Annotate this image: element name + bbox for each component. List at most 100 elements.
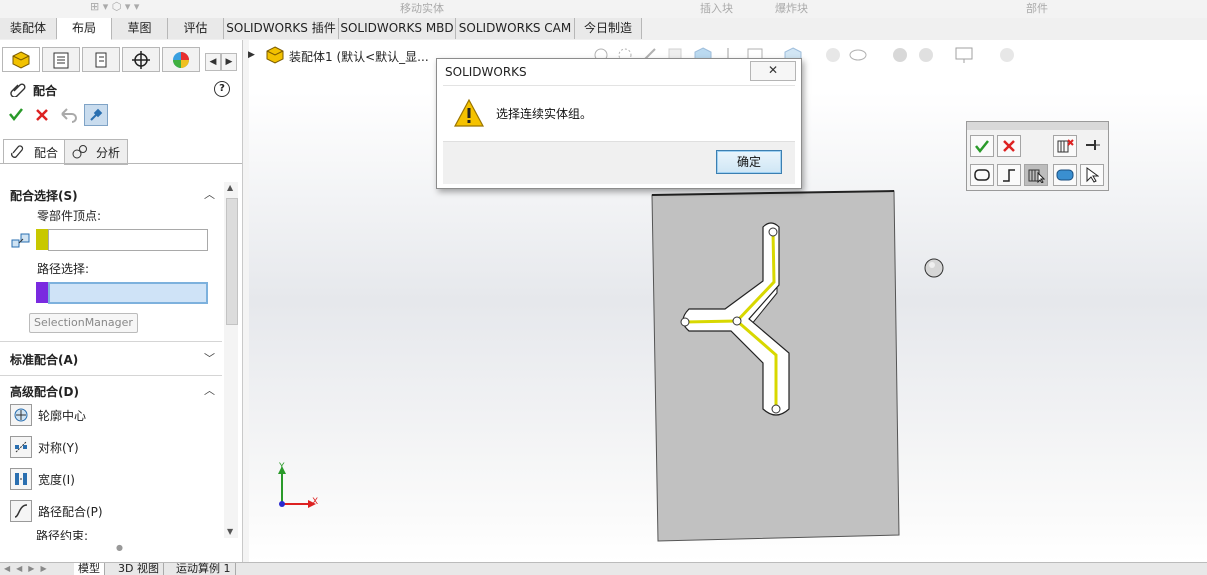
open-loop-icon <box>1003 169 1015 182</box>
tab-layout[interactable]: 布局 <box>57 18 112 40</box>
subtab-analysis[interactable]: 分析 <box>64 139 128 165</box>
property-manager-title: 配合 <box>33 84 58 98</box>
path-selection-label: 路径选择: <box>37 262 90 276</box>
bottom-tab-bar: ◀◀▶▶ 模型 3D 视图 运动算例 1 <box>0 562 1207 575</box>
ribbon-move-solid[interactable]: 移动实体 <box>400 0 444 16</box>
analysis-gears-icon <box>72 145 87 159</box>
toolbar-clear-selection-button[interactable] <box>1053 135 1077 157</box>
tab-sketch[interactable]: 草图 <box>112 18 168 39</box>
panel-resize-grip-icon[interactable]: ● <box>116 543 123 552</box>
tab-property-manager[interactable] <box>42 47 80 72</box>
tree-expand-arrow-icon[interactable]: ▶ <box>248 50 255 60</box>
clear-faces-icon <box>1057 139 1074 153</box>
tab-display-manager[interactable] <box>162 47 200 72</box>
adv-mate-path[interactable]: 路径配合(P) <box>8 499 228 523</box>
path-color-swatch <box>36 282 48 303</box>
undo-icon[interactable] <box>58 106 78 127</box>
symmetric-icon <box>10 436 32 458</box>
subtab-mates-label: 配合 <box>34 146 59 160</box>
property-list-icon <box>53 52 69 68</box>
tab-scroll-right-button[interactable]: ▶ <box>221 53 237 71</box>
select-closed-loop-button[interactable] <box>970 164 994 186</box>
select-faces-button[interactable] <box>1024 164 1048 186</box>
assembly-cube-icon <box>12 50 30 69</box>
adv-mate-label: 路径配合(P) <box>38 505 103 519</box>
adv-mate-profile-center[interactable]: 轮廓中心 <box>8 403 228 427</box>
vertex-selection-box[interactable] <box>48 229 208 251</box>
appearance-ball-icon <box>173 51 189 68</box>
triad-y-label: Y <box>279 462 285 472</box>
ribbon-insert-block[interactable]: 插入块 <box>700 0 733 16</box>
width-icon <box>10 468 32 490</box>
collapse-chevron-up-icon[interactable]: ︿ <box>204 186 215 202</box>
ribbon-commands-strip: ⊞ ▾ ⬡ ▾ ▾ 移动实体 插入块 爆炸块 部件 <box>0 0 1207 19</box>
path-selection-box[interactable] <box>48 282 208 304</box>
warning-icon <box>453 98 485 131</box>
toolbar-pin-icon[interactable] <box>1085 138 1101 155</box>
selection-manager-button[interactable]: SelectionManager <box>29 313 138 333</box>
plate-part[interactable] <box>645 185 907 550</box>
tab-solidworks-addins[interactable]: SOLIDWORKS 插件 <box>224 18 339 39</box>
tab-assembly[interactable]: 装配体 <box>0 18 57 39</box>
assembly-tree-label[interactable]: 装配体1 (默认<默认_显... <box>289 48 429 65</box>
select-open-loop-button[interactable] <box>997 164 1021 186</box>
subtab-divider <box>0 163 242 164</box>
select-region-button[interactable] <box>1053 164 1077 186</box>
ok-button[interactable]: 确定 <box>716 150 782 174</box>
tab-dimxpert-manager[interactable] <box>122 47 160 72</box>
panel-scrollbar-thumb[interactable] <box>226 198 238 325</box>
collapse-chevron-up-icon[interactable]: ︿ <box>204 382 215 398</box>
toolbar-grip[interactable] <box>967 122 1108 130</box>
adv-mate-symmetric[interactable]: 对称(Y) <box>8 435 228 459</box>
dialog-message: 选择连续实体组。 <box>496 107 593 121</box>
dialog-body: 选择连续实体组。 <box>443 85 795 142</box>
path-constraint-label: 路径约束: <box>36 530 89 540</box>
tab-configuration-manager[interactable] <box>82 47 120 72</box>
keep-visible-pin-button[interactable] <box>84 104 108 126</box>
crosshair-icon <box>132 50 150 69</box>
pointer-arrow-icon <box>1086 167 1099 183</box>
tab-3d-views[interactable]: 3D 视图 <box>114 563 164 575</box>
toolbar-cancel-button[interactable] <box>997 135 1021 157</box>
paperclip-icon <box>10 81 26 100</box>
tab-solidworks-mbd[interactable]: SOLIDWORKS MBD <box>339 18 456 39</box>
toolbar-ok-button[interactable] <box>970 135 994 157</box>
mate-selections-header[interactable]: 配合选择(S) <box>10 187 78 204</box>
select-faces-icon <box>1028 169 1045 183</box>
tab-evaluate[interactable]: 评估 <box>168 18 224 39</box>
pushpin-icon <box>90 108 103 121</box>
ribbon-explode-block[interactable]: 爆炸块 <box>775 0 808 16</box>
tab-feature-manager[interactable] <box>2 47 40 72</box>
cancel-x-icon[interactable] <box>34 107 50 126</box>
adv-mate-width[interactable]: 宽度(I) <box>8 467 228 491</box>
close-x-icon <box>1003 140 1015 152</box>
checkmark-icon <box>975 140 989 153</box>
tab-solidworks-cam[interactable]: SOLIDWORKS CAM <box>456 18 575 39</box>
select-pointer-button[interactable] <box>1080 164 1104 186</box>
adv-mate-label: 对称(Y) <box>38 441 79 455</box>
tab-motion-study-1[interactable]: 运动算例 1 <box>172 563 236 575</box>
tab-manufacturing-today[interactable]: 今日制造 <box>575 18 642 39</box>
sphere-component[interactable] <box>924 258 946 283</box>
profile-center-icon <box>10 404 32 426</box>
expand-chevron-down-icon[interactable]: ﹀ <box>204 350 215 366</box>
scroll-up-arrow-icon[interactable]: ▲ <box>227 183 233 192</box>
assembly-tree-icon <box>266 46 284 67</box>
command-manager-tabs: 装配体 布局 草图 评估 SOLIDWORKS 插件 SOLIDWORKS MB… <box>0 18 1207 41</box>
tab-scroll-left-button[interactable]: ◀ <box>205 53 221 71</box>
help-icon[interactable]: ? <box>214 81 230 97</box>
paperclip-icon <box>11 145 24 158</box>
standard-mates-header[interactable]: 标准配合(A) <box>10 351 78 368</box>
ok-checkmark-icon[interactable] <box>8 106 24 125</box>
tab-model[interactable]: 模型 <box>74 563 105 575</box>
scroll-down-arrow-icon[interactable]: ▼ <box>227 527 233 536</box>
subtab-mates[interactable]: 配合 <box>3 139 65 164</box>
path-selection-toolbar <box>966 121 1109 191</box>
dialog-close-button[interactable]: ✕ <box>750 61 796 81</box>
tab-scroll-arrows-icon[interactable]: ◀◀▶▶ <box>4 563 66 575</box>
ribbon-part[interactable]: 部件 <box>1026 0 1048 16</box>
advanced-mates-header[interactable]: 高级配合(D) <box>10 383 79 400</box>
component-vertex-icon <box>10 231 32 254</box>
section-divider <box>0 341 222 342</box>
adv-mate-label: 宽度(I) <box>38 473 75 487</box>
